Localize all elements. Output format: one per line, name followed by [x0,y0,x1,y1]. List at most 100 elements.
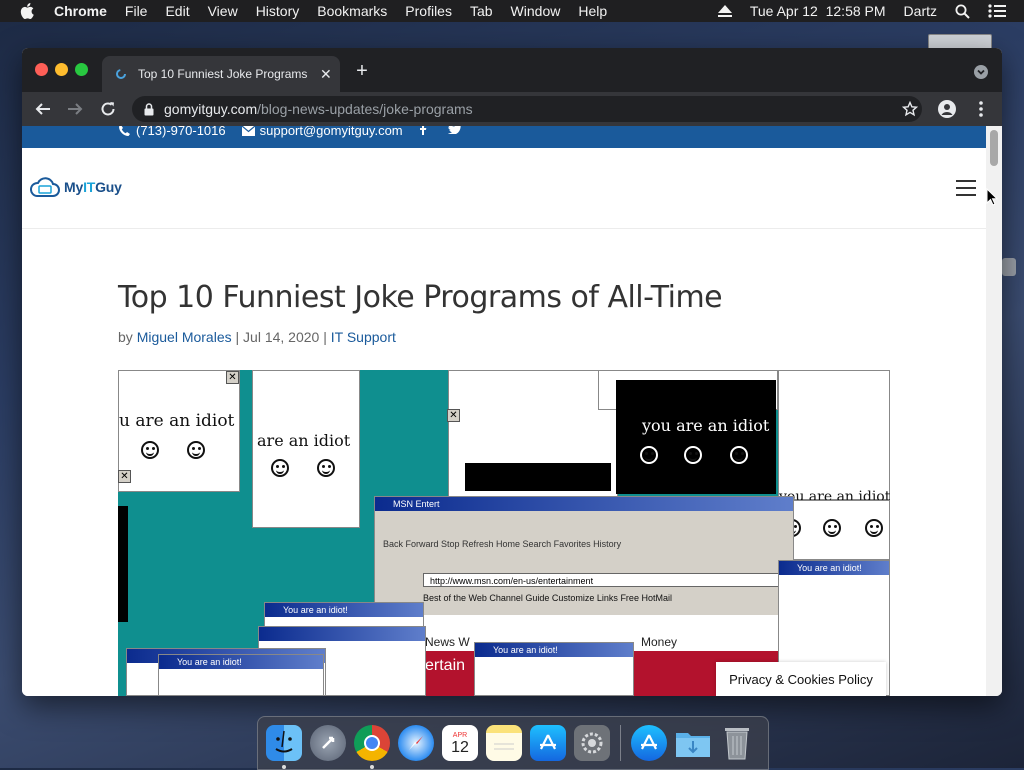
system-preferences-gear-icon[interactable] [574,725,610,761]
calendar-icon[interactable]: APR 12 [442,725,478,761]
menu-edit[interactable]: Edit [165,3,189,19]
phone-icon [119,126,130,136]
hamburger-menu-icon[interactable] [956,180,976,196]
forward-arrow-icon[interactable] [66,100,84,118]
eject-icon[interactable] [717,5,732,17]
ie-toolbar-buttons: Back Forward Stop Refresh Home Search Fa… [383,539,622,549]
menu-window[interactable]: Window [511,3,561,19]
smiley-icon [271,459,289,477]
reload-icon[interactable] [99,100,117,118]
popup-text: u are an idiot [119,411,235,431]
category-link[interactable]: IT Support [331,329,396,345]
popup-window: are an idiot [252,370,360,528]
dark-panel [118,506,128,622]
finder-icon[interactable] [266,725,302,769]
window-minimize-button[interactable] [55,63,68,76]
smiley-icon [317,459,335,477]
menu-help[interactable]: Help [578,3,607,19]
menu-bookmarks[interactable]: Bookmarks [317,3,387,19]
logo-text: MyITGuy [64,179,122,195]
twitter-icon[interactable] [447,126,467,134]
chrome-menu-kebab-icon[interactable] [972,100,990,118]
smiley-icon [640,446,658,464]
dark-panel [465,463,611,491]
spotlight-search-icon[interactable] [955,4,970,19]
trash-icon[interactable] [719,725,755,761]
popup-window: ✕ u are an idiot [118,370,240,492]
menubar-clock[interactable]: Tue Apr 12 12:58 PM [750,3,886,19]
address-bar[interactable]: gomyitguy.com/blog-news-updates/joke-pro… [132,96,922,122]
menu-view[interactable]: View [208,3,238,19]
smiley-icon [865,519,883,537]
tab-search-chevron-icon[interactable] [974,65,988,79]
smiley-icon [730,446,748,464]
menu-tab[interactable]: Tab [470,3,493,19]
window-close-button[interactable] [35,63,48,76]
url-path: /blog-news-updates/joke-programs [257,101,473,117]
tab-close-icon[interactable]: ✕ [320,66,332,83]
ie-address-field: http://www.msn.com/en-us/entertainment [423,573,783,587]
profile-avatar-icon[interactable] [938,100,956,118]
desktop-side-widget [1002,258,1016,276]
window-zoom-button[interactable] [75,63,88,76]
contact-phone[interactable]: (713)-970-1016 [118,126,226,138]
tab-bar: Top 10 Funniest Joke Programs ✕ + [22,48,1002,92]
notes-icon[interactable] [486,725,522,761]
post-meta: by Miguel Morales | Jul 14, 2020 | IT Su… [118,329,396,345]
popup-text: are an idiot [257,431,351,450]
app-store-icon[interactable] [530,725,566,761]
control-center-icon[interactable] [988,4,1006,18]
launchpad-rocket-icon[interactable] [310,725,346,761]
chrome-icon[interactable] [354,725,390,769]
menu-history[interactable]: History [256,3,300,19]
menu-profiles[interactable]: Profiles [405,3,452,19]
running-indicator [370,765,374,769]
active-tab[interactable]: Top 10 Funniest Joke Programs ✕ [102,56,340,92]
smiley-icon [141,441,159,459]
ie-news-text: News W [425,635,470,649]
privacy-cookies-policy-button[interactable]: Privacy & Cookies Policy [716,662,886,696]
popup-window [778,500,890,560]
site-favicon-icon [114,67,128,81]
downloads-folder-icon[interactable] [675,725,711,761]
post-title: Top 10 Funniest Joke Programs of All-Tim… [118,280,723,315]
tab-title: Top 10 Funniest Joke Programs [138,67,308,81]
idiot-popup: You are an idiot! [474,642,634,696]
apple-icon[interactable] [20,3,36,19]
contact-email[interactable]: support@gomyitguy.com [241,126,403,138]
phone-number: (713)-970-1016 [136,126,226,138]
browser-toolbar: gomyitguy.com/blog-news-updates/joke-pro… [22,92,1002,126]
new-tab-plus-icon[interactable]: + [352,60,372,83]
hero-image: ✕ u are an idiot ✕ are an idiot ✕ you ar… [118,370,890,696]
browser-window: Top 10 Funniest Joke Programs ✕ + gomyit… [22,48,1002,696]
back-arrow-icon[interactable] [34,100,52,118]
facebook-icon[interactable] [419,126,432,135]
url-host: gomyitguy.com [164,101,258,117]
ie-money-text: Money [641,635,678,649]
menubar-user[interactable]: Dartz [904,3,937,19]
macos-menu-bar: Chrome File Edit View History Bookmarks … [0,0,1024,22]
envelope-icon [241,126,255,136]
menu-file[interactable]: File [125,3,148,19]
dark-popup: you are an idiot [616,380,776,494]
bookmark-star-icon[interactable] [901,100,919,120]
popup-close-icon: ✕ [226,371,239,384]
scrollbar-thumb[interactable] [990,130,998,166]
app-store-download-icon[interactable] [631,725,667,761]
macos-dock: APR 12 [257,716,769,770]
page-scrollbar[interactable] [986,126,1002,696]
lock-icon[interactable] [144,102,154,116]
site-logo[interactable]: MyITGuy [30,176,122,198]
menu-app-name[interactable]: Chrome [54,3,107,19]
ie-title: MSN Entert [375,497,793,511]
popup-close-icon: ✕ [447,409,460,422]
post-date: Jul 14, 2020 [243,329,320,345]
site-contact-strip: (713)-970-1016 support@gomyitguy.com [22,126,986,148]
author-link[interactable]: Miguel Morales [137,329,232,345]
popup-window: you are an idiot [778,370,890,505]
smiley-icon [684,446,702,464]
safari-compass-icon[interactable] [398,725,434,761]
web-page: (713)-970-1016 support@gomyitguy.com MyI… [22,126,986,696]
dock-separator [620,725,621,761]
cloud-logo-icon [30,177,60,197]
